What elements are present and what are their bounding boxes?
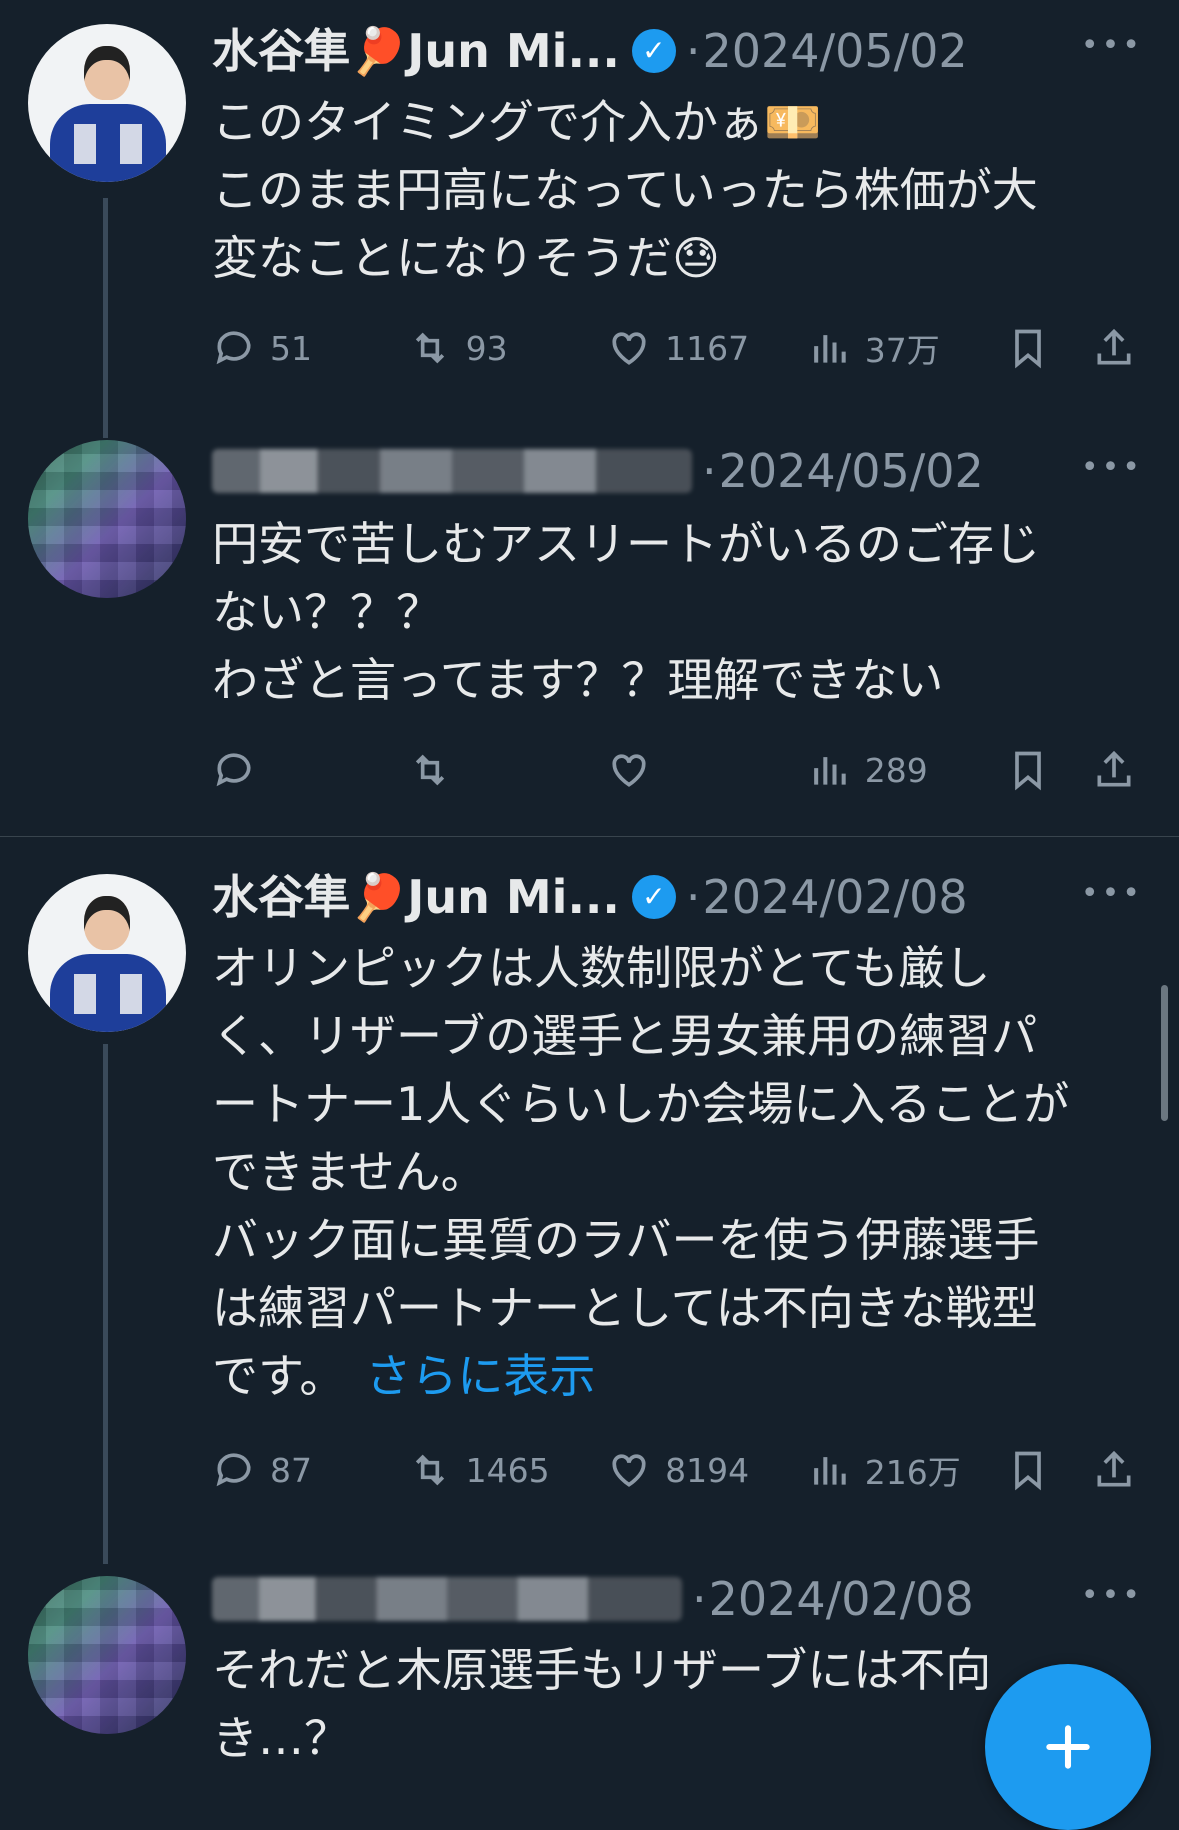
retweet-count: 1465 [465, 1450, 550, 1490]
retweet-icon [415, 1454, 444, 1486]
reply-button[interactable]: 87 [212, 1448, 408, 1492]
like-icon [612, 754, 646, 787]
more-icon[interactable]: ••• [1081, 28, 1143, 63]
views-count: 216万 [864, 1453, 961, 1492]
separator: · [685, 870, 701, 924]
share-icon [1097, 328, 1131, 365]
thread-line [103, 198, 108, 438]
avatar[interactable] [28, 24, 186, 182]
tweet-date[interactable]: 2024/02/08 [709, 1566, 974, 1632]
share-button[interactable] [1092, 748, 1152, 792]
tweet-header: 水谷隼🏓Jun Mi... ✓ · 2024/05/02 [212, 18, 1179, 84]
bookmark-button[interactable] [1006, 748, 1092, 792]
like-count: 8194 [665, 1450, 750, 1490]
tweet-actions: 289 [212, 740, 1152, 800]
divider [0, 836, 1179, 837]
tweet-text: 円安で苦しむアスリートがいるのご存じ ない？？？ わざと言ってます？？理解できな… [212, 517, 1040, 707]
views-icon [813, 1457, 846, 1485]
bookmark-icon [1015, 329, 1042, 369]
display-name[interactable]: 水谷隼🏓Jun Mi... [212, 18, 620, 84]
separator: · [692, 1572, 707, 1626]
retweet-button[interactable] [408, 748, 608, 792]
retweet-icon [415, 332, 444, 364]
like-icon [612, 1454, 646, 1487]
separator: · [702, 444, 717, 498]
like-button[interactable]: 8194 [607, 1448, 807, 1492]
reply-count: 51 [270, 328, 312, 368]
share-button[interactable] [1092, 1448, 1152, 1492]
views-button[interactable]: 289 [807, 748, 1007, 792]
avatar[interactable] [28, 874, 186, 1032]
reply-count: 87 [270, 1450, 312, 1490]
like-count: 1167 [665, 328, 750, 368]
views-count: 37万 [864, 331, 940, 370]
reply-icon [216, 331, 251, 365]
like-button[interactable] [607, 748, 807, 792]
like-button[interactable]: 1167 [607, 326, 807, 370]
blurred-display-name [212, 1577, 682, 1621]
reply-button[interactable]: 51 [212, 326, 408, 370]
like-icon [612, 332, 646, 365]
tweet-date[interactable]: 2024/05/02 [719, 438, 984, 504]
blurred-display-name [212, 449, 692, 493]
tweet-header: · 2024/02/08 [212, 1566, 1179, 1632]
bookmark-icon [1015, 751, 1042, 791]
bookmark-button[interactable] [1006, 1448, 1092, 1492]
avatar[interactable] [28, 1576, 186, 1734]
retweet-count: 93 [465, 328, 508, 368]
tweet-date[interactable]: 2024/05/02 [703, 18, 968, 84]
views-icon [813, 757, 846, 785]
share-icon [1097, 750, 1131, 787]
tweet-header: · 2024/05/02 [212, 438, 1179, 504]
share-icon [1097, 1450, 1131, 1487]
tweet-header: 水谷隼🏓Jun Mi... ✓ · 2024/02/08 [212, 864, 1179, 930]
compose-icon [1046, 1725, 1090, 1769]
tweet-text: オリンピックは人数制限がとても厳し く、リザーブの選手と男女兼用の練習パ ートナ… [212, 934, 1162, 1410]
views-button[interactable]: 216万 [807, 1446, 1007, 1494]
more-icon[interactable]: ••• [1081, 1578, 1143, 1613]
verified-icon: ✓ [631, 29, 676, 73]
more-icon[interactable]: ••• [1081, 876, 1143, 911]
tweet-date[interactable]: 2024/02/08 [703, 864, 968, 930]
share-button[interactable] [1092, 326, 1152, 370]
avatar[interactable] [28, 440, 186, 598]
views-button[interactable]: 37万 [807, 324, 1007, 372]
thread-line [103, 1044, 108, 1564]
tweet-body: オリンピックは人数制限がとても厳し く、リザーブの選手と男女兼用の練習パ ートナ… [212, 941, 1070, 1403]
separator: · [685, 24, 701, 78]
retweet-icon [415, 754, 444, 786]
display-name[interactable]: 水谷隼🏓Jun Mi... [212, 864, 620, 930]
bookmark-button[interactable] [1006, 326, 1092, 370]
retweet-button[interactable]: 1465 [408, 1448, 608, 1492]
more-icon[interactable]: ••• [1081, 450, 1143, 485]
views-icon [813, 335, 846, 363]
verified-icon: ✓ [631, 875, 676, 919]
show-more-link[interactable]: さらに表示 [365, 1349, 595, 1403]
tweet-actions: 87 1465 8194 216万 [212, 1440, 1152, 1500]
views-count: 289 [864, 750, 928, 790]
reply-icon [216, 1453, 251, 1487]
scrollbar[interactable] [1161, 985, 1168, 1121]
compose-button[interactable] [985, 1664, 1151, 1830]
retweet-button[interactable]: 93 [408, 326, 608, 370]
reply-icon [216, 753, 251, 787]
tweet-text: このタイミングで介入かぁ💴 このまま円高になっていったら株価が大 変なことになり… [212, 95, 1038, 285]
tweet-actions: 51 93 1167 37万 [212, 318, 1152, 378]
reply-button[interactable] [212, 748, 408, 792]
bookmark-icon [1015, 1451, 1042, 1491]
